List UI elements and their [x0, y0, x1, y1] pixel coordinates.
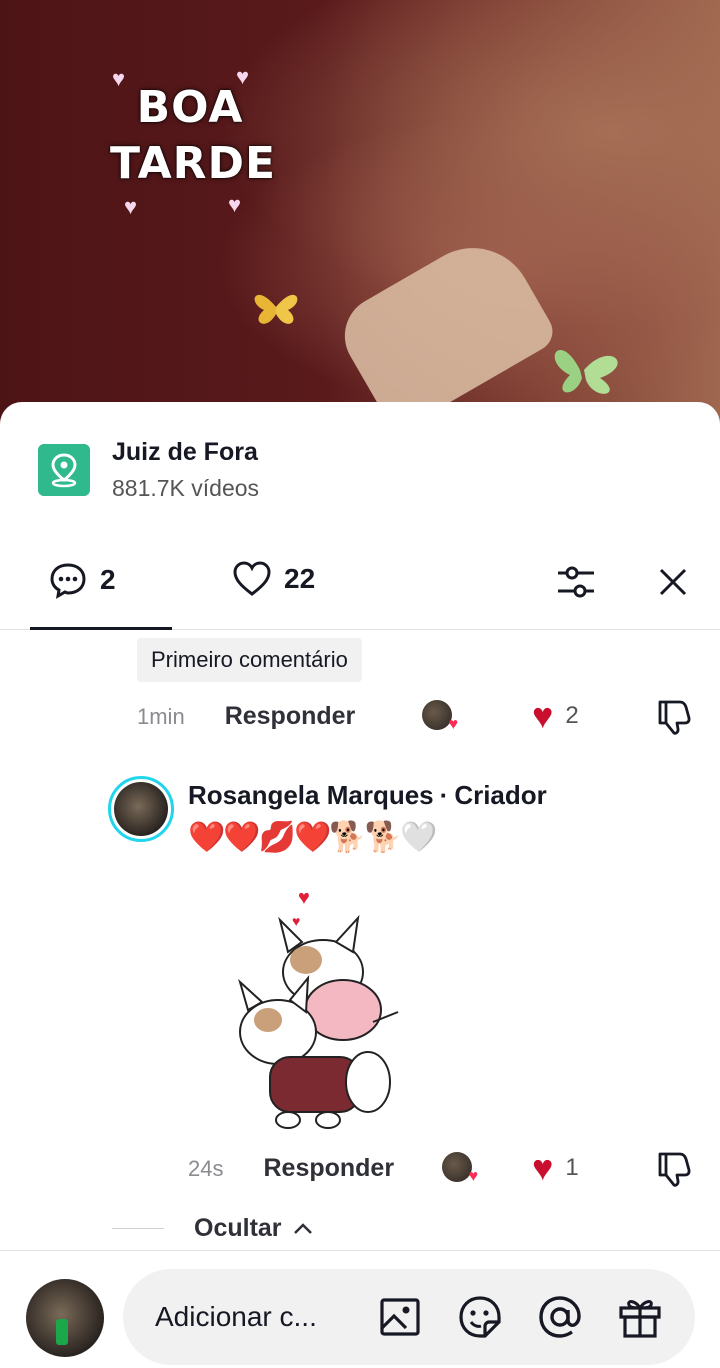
comment-text: ❤️❤️💋❤️🐕🐕🤍	[188, 821, 437, 854]
comment-time: 1min	[137, 703, 185, 729]
heart-icon: ♥	[448, 716, 459, 733]
heart-icon: ♥	[468, 1168, 479, 1185]
like-button[interactable]: ♥ 2	[532, 698, 579, 734]
comment-input-bar: Adicionar c...	[0, 1250, 720, 1368]
close-button[interactable]	[651, 560, 695, 604]
emoji-sticker-icon	[459, 1296, 501, 1338]
like-count: 2	[565, 702, 579, 729]
tab-bar: 2 22	[0, 542, 720, 630]
heart-filled-icon: ♥	[532, 1147, 554, 1188]
dislike-icon[interactable]	[654, 1150, 692, 1188]
separator-dot: ·	[439, 780, 449, 810]
creator-liked-avatar: ♥	[422, 700, 458, 733]
svg-text:♥: ♥	[298, 887, 310, 909]
reply-button[interactable]: Responder	[263, 1154, 394, 1183]
dislike-icon[interactable]	[654, 698, 692, 736]
location-header[interactable]: Juiz de Fora 881.7K vídeos	[38, 438, 259, 502]
likes-count: 22	[284, 563, 316, 594]
heart-filled-icon: ♥	[532, 695, 554, 736]
comment-input[interactable]: Adicionar c...	[123, 1269, 695, 1365]
comment-bubble-icon	[50, 563, 86, 599]
comment-author-line: Rosangela Marques · Criador	[188, 780, 547, 811]
image-button[interactable]	[377, 1294, 423, 1340]
butterfly-icon	[254, 294, 298, 324]
tab-comments[interactable]: 2	[48, 560, 116, 600]
video-preview[interactable]: ♥ ♥ BOA TARDE ♥ ♥	[0, 0, 720, 440]
first-comment-badge: Primeiro comentário	[137, 638, 362, 682]
like-button[interactable]: ♥ 1	[532, 1150, 579, 1186]
active-tab-indicator	[30, 627, 172, 630]
heart-decoration: ♥	[124, 194, 138, 219]
comment-meta: 1min Responder	[137, 702, 355, 731]
like-count: 1	[565, 1154, 579, 1181]
tab-likes[interactable]: 22	[232, 560, 315, 598]
creator-label: Criador	[454, 780, 547, 810]
hide-label: Ocultar	[194, 1214, 282, 1242]
sliders-icon	[558, 566, 594, 598]
location-pin-icon	[38, 444, 90, 496]
at-icon	[539, 1296, 581, 1338]
comment-time: 24s	[188, 1155, 224, 1181]
dog-sticker-image: ♥ ♥	[238, 887, 399, 1129]
mention-button[interactable]	[537, 1294, 583, 1340]
comment-author[interactable]: Rosangela Marques	[188, 780, 434, 810]
location-name: Juiz de Fora	[112, 438, 258, 466]
gift-button[interactable]	[617, 1294, 663, 1340]
video-overlay-text: BOA TARDE	[110, 82, 277, 189]
svg-text:♥: ♥	[292, 913, 300, 929]
close-icon	[659, 568, 687, 596]
heart-outline-icon	[233, 561, 271, 596]
user-avatar	[26, 1279, 104, 1357]
hide-replies-button[interactable]: Ocultar	[112, 1214, 314, 1243]
filter-button[interactable]	[554, 560, 598, 604]
creator-avatar[interactable]	[108, 776, 174, 842]
location-video-count: 881.7K vídeos	[112, 475, 260, 501]
comments-sheet: Juiz de Fora 881.7K vídeos 2 22 Primeiro…	[0, 402, 720, 1368]
divider	[112, 1228, 164, 1229]
sticker-button[interactable]	[457, 1294, 503, 1340]
comment-meta: 24s Responder	[188, 1154, 394, 1183]
comment-input-placeholder: Adicionar c...	[155, 1301, 317, 1332]
butterfly-icon	[554, 350, 618, 394]
comments-count: 2	[100, 564, 116, 595]
heart-decoration: ♥	[228, 192, 242, 217]
image-icon	[380, 1298, 420, 1336]
gift-icon	[619, 1300, 661, 1338]
creator-liked-avatar: ♥	[442, 1152, 478, 1185]
reply-button[interactable]: Responder	[225, 702, 356, 731]
chevron-up-icon	[293, 1222, 312, 1234]
